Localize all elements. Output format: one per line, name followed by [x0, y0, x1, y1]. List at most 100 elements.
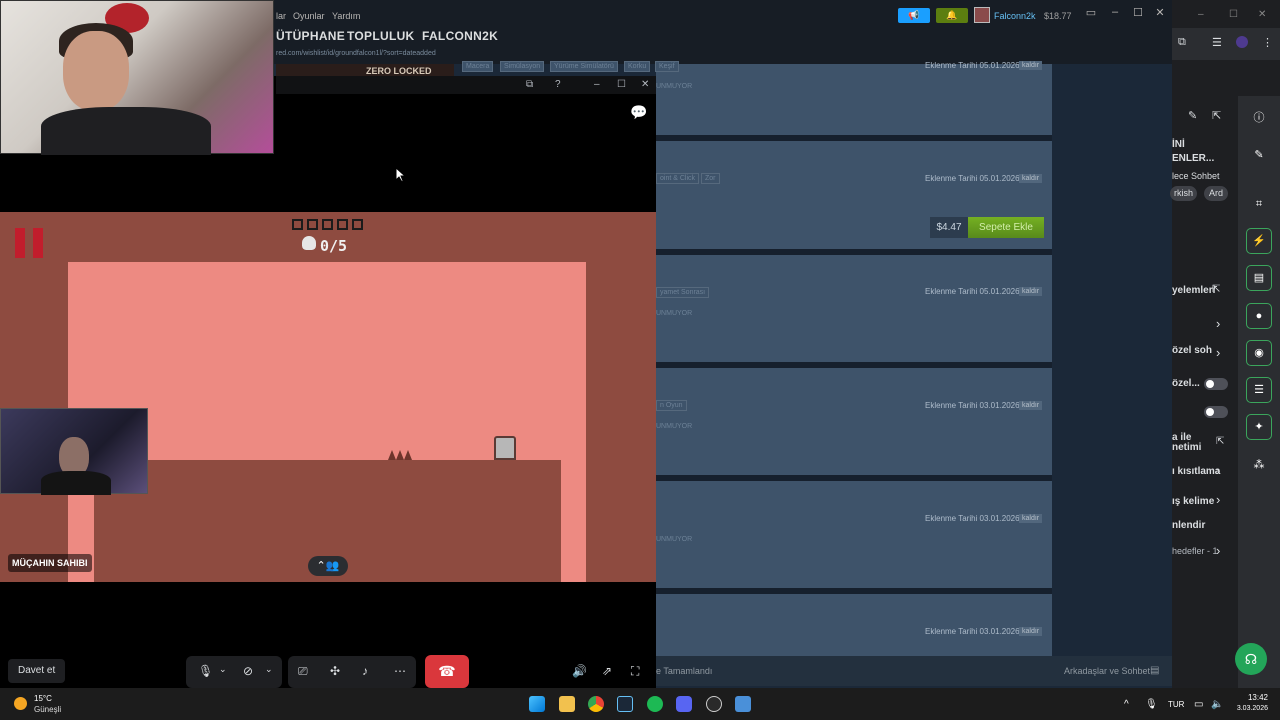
microphone-icon[interactable]: 🎙 — [1145, 699, 1158, 710]
steam-icon[interactable] — [617, 696, 633, 712]
pause-icon[interactable] — [15, 228, 25, 258]
tag[interactable]: Zor — [701, 173, 720, 184]
close-icon[interactable]: ✕ — [1149, 6, 1171, 22]
pause-icon[interactable] — [33, 228, 43, 258]
remove-button[interactable]: kaldır — [1019, 61, 1043, 70]
soundboard-icon[interactable]: ♪ — [362, 664, 368, 678]
webcam-tile[interactable] — [0, 0, 274, 155]
popout-icon[interactable]: ⇗ — [602, 664, 612, 678]
note-icon[interactable]: ▤ — [1246, 265, 1272, 291]
chevron-right-icon[interactable]: › — [1216, 316, 1220, 331]
external-link-icon[interactable]: ⇱ — [1212, 109, 1221, 122]
more-chip[interactable]: Ard — [1204, 186, 1229, 201]
remove-button[interactable]: kaldır — [1019, 514, 1043, 523]
screen-icon[interactable]: ▭ — [1080, 6, 1102, 22]
chevron-up-icon[interactable]: ^ — [1124, 699, 1129, 710]
chevron-right-icon[interactable]: › — [1216, 463, 1220, 478]
wishlist-row[interactable] — [656, 594, 1052, 656]
remove-button[interactable]: kaldır — [1019, 627, 1043, 636]
minimize-icon[interactable]: – — [1198, 9, 1204, 20]
menu-help[interactable]: Yardım — [332, 11, 360, 21]
start-icon[interactable] — [529, 696, 545, 712]
notifications-button[interactable]: 🔔 — [936, 8, 968, 23]
tag[interactable]: Keşif — [655, 61, 679, 72]
tag[interactable]: n Oyun — [656, 400, 687, 411]
close-icon[interactable]: ✕ — [1258, 9, 1266, 20]
lang-chip[interactable]: rkish — [1170, 186, 1198, 201]
weather-condition[interactable]: Güneşli — [34, 705, 61, 714]
tag[interactable]: Simülasyon — [500, 61, 545, 72]
headset-icon[interactable]: ☊ — [1235, 643, 1267, 675]
tag[interactable]: Macera — [462, 61, 494, 72]
obs-icon[interactable] — [706, 696, 722, 712]
downloads-status[interactable]: e Tamamlandı — [656, 666, 712, 676]
minimize-icon[interactable]: – — [1104, 6, 1126, 22]
wishlist-row[interactable] — [656, 481, 1052, 588]
remove-button[interactable]: kaldır — [1019, 287, 1043, 296]
chevron-right-icon[interactable]: › — [1216, 345, 1220, 360]
chevron-down-icon[interactable]: ⌄ — [265, 664, 273, 675]
remove-button[interactable]: kaldır — [1019, 401, 1043, 410]
announcement-button[interactable]: 📢 — [898, 8, 930, 23]
wishlist-row[interactable] — [656, 255, 1052, 362]
url-bar[interactable]: red.com/wishlist/id/groundfalcon1l/?sort… — [276, 50, 436, 57]
nav-community[interactable]: TOPLULUK — [347, 29, 415, 43]
temperature[interactable]: 15°C — [34, 694, 52, 703]
add-to-cart-button[interactable]: Sepete Ekle — [968, 217, 1044, 238]
microphone-icon[interactable]: 🎙 — [198, 664, 213, 678]
bolt-icon[interactable]: ⚡ — [1246, 228, 1272, 254]
speaker-icon[interactable]: 🔈 — [1211, 699, 1223, 710]
edit-icon[interactable]: ✎ — [1188, 109, 1197, 122]
menu-view[interactable]: lar — [276, 11, 286, 21]
display-icon[interactable]: ▭ — [1194, 699, 1203, 710]
camera-off-icon[interactable]: ⊘ — [243, 664, 253, 678]
minimize-icon[interactable]: – — [594, 79, 600, 90]
nav-library[interactable]: ÜTÜPHANE — [276, 29, 345, 43]
screen-share-icon[interactable]: ⎚ — [298, 664, 308, 679]
broadcast-icon[interactable]: ◉ — [1246, 340, 1272, 366]
friends-chat-button[interactable]: Arkadaşlar ve Sohbet — [1064, 666, 1150, 676]
maximize-icon[interactable]: ☐ — [617, 79, 626, 90]
fullscreen-icon[interactable]: ⛶ — [631, 664, 639, 679]
clock-date[interactable]: 3.03.2026 — [1224, 705, 1268, 712]
more-icon[interactable]: ⋮ — [1262, 36, 1273, 49]
pencil-icon[interactable]: ✎ — [1250, 146, 1268, 164]
sun-icon[interactable] — [14, 697, 27, 710]
popout-icon[interactable]: ⧉ — [526, 79, 533, 90]
maximize-icon[interactable]: ☐ — [1127, 6, 1149, 22]
scan-icon[interactable]: ⌗ — [1250, 195, 1268, 213]
chat-icon[interactable]: ▤ — [1150, 665, 1159, 676]
tag[interactable]: yamet Sonrası — [656, 287, 710, 298]
chat-bubble-icon[interactable]: 💬 — [630, 104, 647, 121]
language-indicator[interactable]: TUR — [1168, 700, 1184, 709]
notepad-icon[interactable] — [735, 696, 751, 712]
external-link-icon[interactable]: ⇱ — [1216, 436, 1224, 447]
chevron-right-icon[interactable]: › — [1216, 543, 1220, 558]
hang-up-button[interactable]: ☎ — [425, 655, 469, 688]
activities-icon[interactable]: ✣ — [330, 664, 340, 678]
tag[interactable]: oint & Click — [656, 173, 700, 184]
spotify-icon[interactable] — [647, 696, 663, 712]
webcam-tile[interactable] — [0, 408, 148, 495]
more-icon[interactable]: ⋯ — [394, 664, 406, 678]
chrome-icon[interactable] — [588, 696, 604, 712]
info-icon[interactable]: ⓘ — [1250, 109, 1268, 127]
threads-icon[interactable]: ☰ — [1212, 36, 1222, 49]
menu-games[interactable]: Oyunlar — [293, 11, 325, 21]
chat-icon[interactable]: ● — [1246, 303, 1272, 329]
chevron-right-icon[interactable]: › — [1216, 492, 1220, 507]
wishlist-row[interactable] — [656, 64, 1052, 135]
help-icon[interactable]: ? — [555, 79, 561, 90]
apps-icon[interactable]: ⁂ — [1250, 456, 1268, 474]
external-link-icon[interactable]: ⇱ — [1212, 284, 1220, 295]
maximize-icon[interactable]: ☐ — [1229, 9, 1238, 20]
tag[interactable]: Yürüme Simülatörü — [550, 61, 618, 72]
file-explorer-icon[interactable] — [559, 696, 575, 712]
wrench-icon[interactable]: ✦ — [1246, 414, 1272, 440]
nav-profile[interactable]: FALCONN2K — [422, 29, 498, 43]
participants-button[interactable]: ⌃👥 — [308, 556, 348, 576]
account-name[interactable]: Falconn2k — [994, 11, 1036, 21]
discord-icon[interactable] — [676, 696, 692, 712]
invite-button[interactable]: Davet et — [8, 659, 66, 683]
server-avatar[interactable] — [1236, 36, 1248, 48]
